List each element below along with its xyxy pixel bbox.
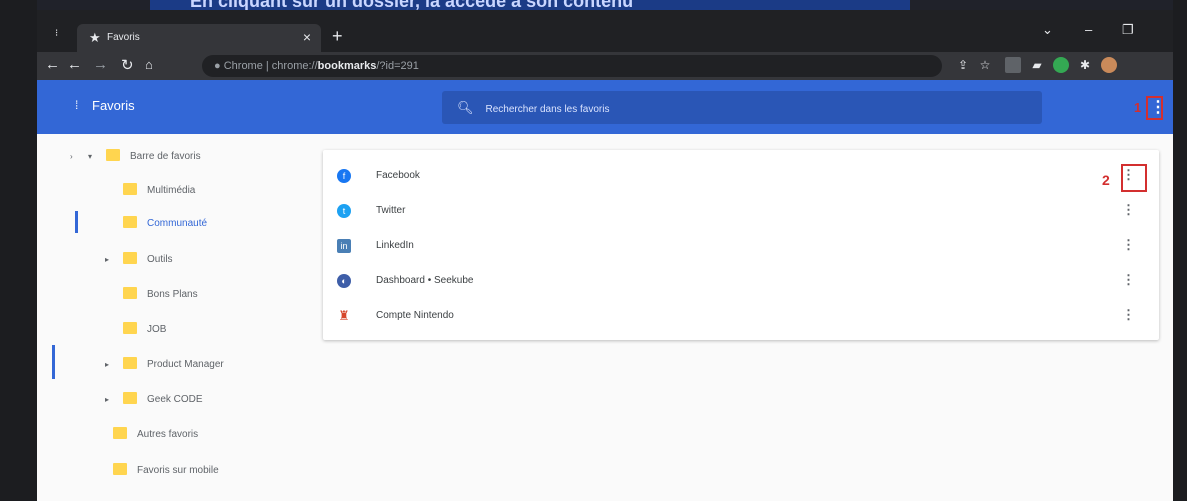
address-bar[interactable]: ● Chrome | chrome://bookmarks/?id=291 <box>202 55 942 77</box>
more-actions-button[interactable]: ⋮ <box>1122 237 1135 253</box>
tree-item-label: Geek CODE <box>147 394 203 405</box>
avatar[interactable] <box>1101 57 1117 73</box>
more-actions-button[interactable]: ⋮ <box>1122 202 1135 218</box>
bookmark-row[interactable]: in LinkedIn ⋮ <box>323 229 1159 264</box>
top-caption-band: En cliquant sur un dossier, la accède à … <box>0 0 1187 10</box>
home-icon[interactable]: ⌂ <box>145 57 153 72</box>
tree-item-label: Favoris sur mobile <box>137 465 219 476</box>
folder-icon <box>123 183 137 196</box>
minimize-button[interactable]: – <box>1085 22 1092 37</box>
tree-item[interactable]: JOB <box>105 320 166 340</box>
star-icon: ★ <box>89 30 101 45</box>
new-tab-button[interactable]: + <box>332 26 343 47</box>
browser-toolbar: ← ← → ↻ ⌂ ● Chrome | chrome://bookmarks/… <box>37 52 1173 80</box>
bookmark-row[interactable]: t Twitter ⋮ <box>323 194 1159 229</box>
tab-title: Favoris <box>107 32 140 43</box>
bookmark-star-icon[interactable]: ☆ <box>977 57 993 73</box>
nintendo-icon: ♜ <box>338 308 350 323</box>
back-icon[interactable]: ← <box>45 56 60 73</box>
restore-button[interactable]: ❐ <box>1122 22 1134 38</box>
expand-arrow-icon[interactable]: ▸ <box>105 390 115 410</box>
right-dark-border <box>1173 0 1187 501</box>
bookmark-row[interactable]: ◐ Dashboard • Seekube ⋮ <box>323 264 1159 299</box>
folder-icon <box>123 357 137 370</box>
tree-item-label: Bons Plans <box>147 289 198 300</box>
forward-icon[interactable]: → <box>93 56 108 73</box>
search-input[interactable]: 🔍︎ Rechercher dans les favoris <box>442 91 1042 124</box>
folder-icon <box>113 463 127 476</box>
bookmark-name: LinkedIn <box>376 240 414 251</box>
extension-icon-3[interactable] <box>1053 57 1069 73</box>
bookmark-row[interactable]: ♜ Compte Nintendo ⋮ <box>323 299 1159 334</box>
more-actions-button[interactable]: ⋮ <box>1122 272 1135 288</box>
top-caption: En cliquant sur un dossier, la accède à … <box>150 0 910 10</box>
share-icon[interactable]: ⇪ <box>955 57 971 73</box>
chevron-down-icon[interactable]: ⌄ <box>1042 22 1053 38</box>
expand-arrow-icon[interactable]: ▸ <box>105 355 115 375</box>
selection-indicator <box>75 211 78 233</box>
bookmark-list: 2 f Facebook ⋮ t Twitter ⋮ in LinkedIn ⋮ ◐ Dashboa… <box>323 150 1159 340</box>
tree-item-label: JOB <box>147 324 167 335</box>
tree-item[interactable]: ▸ Product Manager <box>105 355 224 375</box>
more-actions-button[interactable]: ⋮ <box>1122 167 1135 183</box>
folder-icon <box>123 392 137 405</box>
organize-menu-button[interactable]: ⋮ <box>1150 97 1166 117</box>
tree-item[interactable]: ▸ Geek CODE <box>105 390 203 410</box>
puzzle-icon[interactable]: ✱ <box>1077 57 1093 73</box>
facebook-icon: f <box>337 169 351 183</box>
tree-item[interactable]: ▸ Outils <box>105 250 173 270</box>
url-bold: bookmarks <box>317 60 377 72</box>
extension-icon-2[interactable]: ▰ <box>1029 57 1045 73</box>
bookmarks-header: ⁞ Favoris 🔍︎ Rechercher dans les favoris … <box>37 80 1173 134</box>
tree-item[interactable]: Favoris sur mobile <box>113 461 219 481</box>
bookmark-name: Dashboard • Seekube <box>376 275 474 286</box>
url-prefix: Chrome | chrome:// <box>223 60 318 72</box>
back-icon-2[interactable]: ← <box>67 56 82 73</box>
site-info-icon[interactable]: ● <box>214 60 221 72</box>
tree-item-label: Barre de favoris <box>130 151 201 162</box>
chevron-right-icon[interactable]: › <box>70 147 80 167</box>
tree-item[interactable]: Autres favoris <box>113 425 198 445</box>
tree-item-label: Autres favoris <box>137 429 199 440</box>
tree-item-label: Outils <box>147 254 173 265</box>
folder-icon <box>113 427 127 440</box>
expand-arrow-icon[interactable]: ▸ <box>105 250 115 270</box>
browser-tab-strip: ⁝ ★ Favoris × + ⌄ – ❐ <box>37 10 1173 52</box>
tab-search-icon[interactable]: ⁝ <box>55 28 58 39</box>
tree-item[interactable]: Bons Plans <box>105 285 198 305</box>
bookmark-name: Compte Nintendo <box>376 310 454 321</box>
tree-item[interactable]: Multimédia <box>105 181 195 201</box>
seekube-icon: ◐ <box>337 274 351 288</box>
folder-icon <box>106 149 120 162</box>
tree-item[interactable]: Communauté <box>105 214 207 234</box>
bookmark-row[interactable]: f Facebook ⋮ <box>323 159 1159 194</box>
more-actions-button[interactable]: ⋮ <box>1122 307 1135 323</box>
browser-tab-favoris[interactable]: ★ Favoris × <box>77 24 321 52</box>
bookmark-name: Twitter <box>376 205 406 216</box>
url-suffix: /?id=291 <box>376 60 419 72</box>
search-placeholder: Rechercher dans les favoris <box>485 104 610 115</box>
bookmark-name: Facebook <box>376 170 420 181</box>
folder-icon <box>123 252 137 265</box>
search-icon: 🔍︎ <box>457 100 474 115</box>
menu-icon[interactable]: ⁞ <box>75 98 78 112</box>
annotation-1: 1 <box>1134 100 1142 115</box>
expand-arrow-icon[interactable]: ▾ <box>88 147 98 167</box>
selection-indicator-2 <box>52 345 55 379</box>
left-dark-border <box>0 0 37 501</box>
tree-item-label: Multimédia <box>147 185 196 196</box>
folder-icon <box>123 287 137 300</box>
extension-icon-1[interactable] <box>1005 57 1021 73</box>
twitter-icon: t <box>337 204 351 218</box>
tree-item[interactable]: › ▾ Barre de favoris <box>70 147 201 167</box>
page-title: Favoris <box>92 98 135 113</box>
reload-icon[interactable]: ↻ <box>121 56 134 74</box>
linkedin-icon: in <box>337 239 351 253</box>
tab-close-icon[interactable]: × <box>303 29 311 45</box>
folder-icon <box>123 322 137 335</box>
tree-item-label: Communauté <box>147 218 208 229</box>
folder-icon <box>123 216 137 229</box>
tree-item-label: Product Manager <box>147 359 224 370</box>
